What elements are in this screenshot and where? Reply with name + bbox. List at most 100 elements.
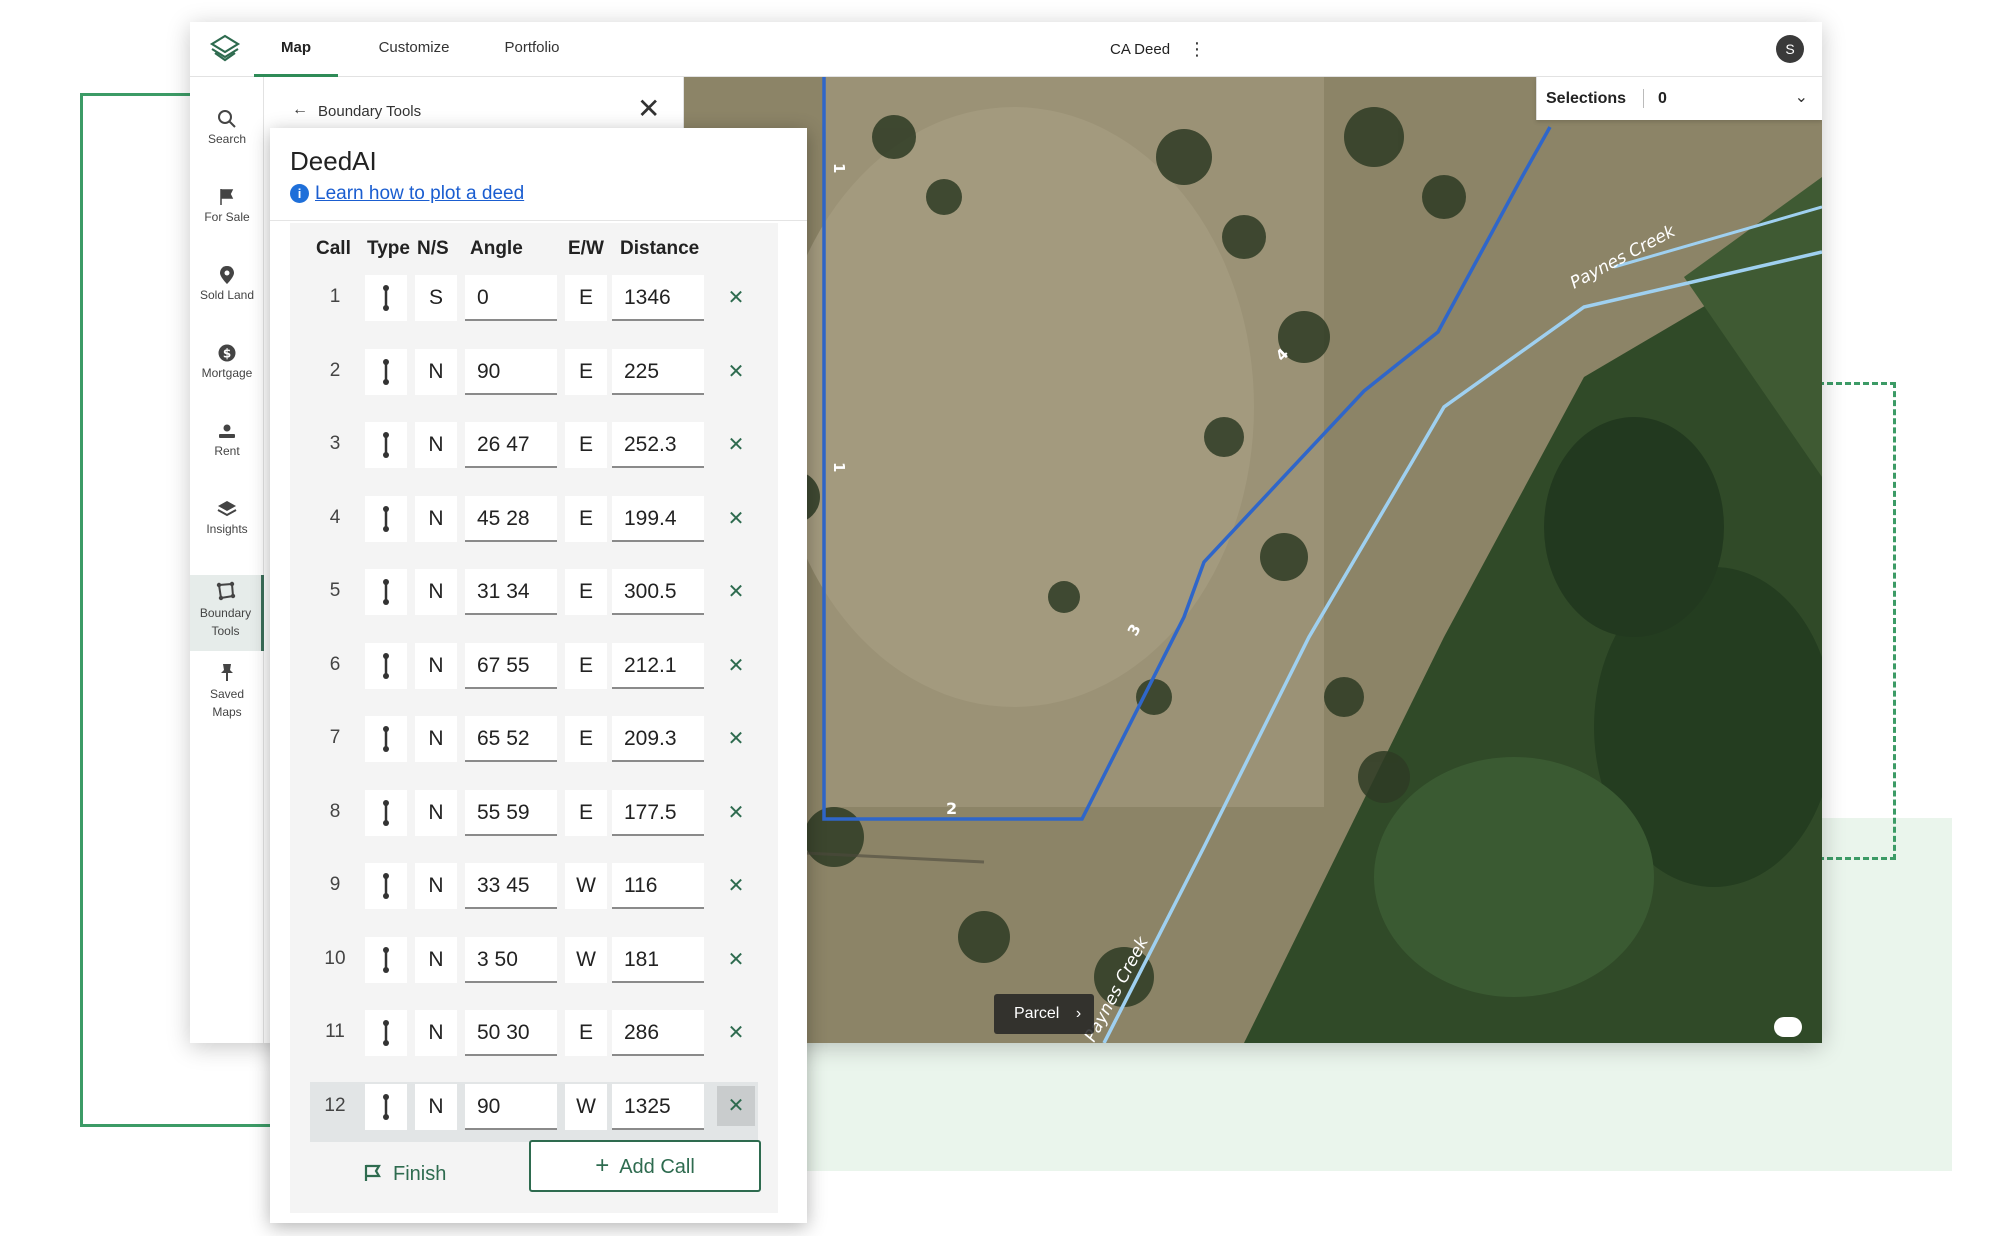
line-type-button[interactable] <box>365 348 407 395</box>
distance-input[interactable]: 199.4 <box>612 495 704 542</box>
line-type-button[interactable] <box>365 716 407 762</box>
ew-direction[interactable]: W <box>565 863 607 909</box>
ew-direction[interactable]: E <box>565 275 607 321</box>
ns-direction[interactable]: N <box>415 1010 457 1056</box>
ew-direction[interactable]: E <box>565 789 607 836</box>
sidebar-item-rent[interactable]: Rent <box>190 421 264 458</box>
sidebar-item-insights[interactable]: Insights <box>190 499 264 536</box>
ns-direction[interactable]: N <box>415 495 457 542</box>
sidebar-item-mortgage[interactable]: $ Mortgage <box>190 343 264 380</box>
call-number: 8 <box>329 800 341 822</box>
sidebar-item-for-sale[interactable]: For Sale <box>190 187 264 224</box>
angle-input[interactable]: 33 45 <box>465 863 557 909</box>
angle-input[interactable]: 65 52 <box>465 716 557 762</box>
sidebar-item-search[interactable]: Search <box>190 109 264 146</box>
delete-call-button[interactable]: ✕ <box>721 945 751 975</box>
distance-input[interactable]: 1325 <box>612 1083 704 1130</box>
ns-direction[interactable]: N <box>415 936 457 983</box>
ew-direction[interactable]: E <box>565 495 607 542</box>
line-type-button[interactable] <box>365 789 407 836</box>
ns-direction[interactable]: N <box>415 642 457 689</box>
sidebar-item-sold-land[interactable]: Sold Land <box>190 265 264 302</box>
line-type-button[interactable] <box>365 936 407 983</box>
ns-direction[interactable]: N <box>415 569 457 615</box>
user-avatar[interactable]: S <box>1776 35 1804 63</box>
distance-input[interactable]: 212.1 <box>612 642 704 689</box>
delete-call-button[interactable]: ✕ <box>721 504 751 534</box>
line-type-button[interactable] <box>365 569 407 615</box>
angle-input[interactable]: 67 55 <box>465 642 557 689</box>
angle-input[interactable]: 45 28 <box>465 495 557 542</box>
line-type-button[interactable] <box>365 642 407 689</box>
tab-portfolio[interactable]: Portfolio <box>488 22 576 77</box>
ns-direction[interactable]: N <box>415 789 457 836</box>
angle-input[interactable]: 90 <box>465 348 557 395</box>
line-type-button[interactable] <box>365 275 407 321</box>
selections-bar[interactable]: Selections 0 ⌄ <box>1536 77 1822 120</box>
ns-direction[interactable]: N <box>415 422 457 468</box>
angle-input[interactable]: 55 59 <box>465 789 557 836</box>
parcel-button[interactable]: Parcel › <box>994 994 1094 1034</box>
line-type-button[interactable] <box>365 1010 407 1056</box>
ew-direction[interactable]: E <box>565 422 607 468</box>
delete-call-button[interactable]: ✕ <box>721 871 751 901</box>
distance-input[interactable]: 252.3 <box>612 422 704 468</box>
line-type-button[interactable] <box>365 422 407 468</box>
add-call-button[interactable]: + Add Call <box>529 1140 761 1192</box>
line-type-button[interactable] <box>365 495 407 542</box>
sidebar-item-boundary-tools[interactable]: Boundary Tools <box>190 575 264 651</box>
ew-direction[interactable]: W <box>565 936 607 983</box>
ns-direction[interactable]: N <box>415 716 457 762</box>
map-canvas[interactable]: 1 1 2 3 4 Paynes Creek Paynes Creek <box>684 77 1822 1043</box>
delete-call-button[interactable]: ✕ <box>721 283 751 313</box>
angle-input[interactable]: 90 <box>465 1083 557 1130</box>
ew-direction[interactable]: E <box>565 1010 607 1056</box>
map-toggle[interactable] <box>1774 1017 1802 1037</box>
line-type-button[interactable] <box>365 863 407 909</box>
distance-input[interactable]: 177.5 <box>612 789 704 836</box>
ns-direction[interactable]: N <box>415 863 457 909</box>
delete-call-button[interactable]: ✕ <box>721 651 751 681</box>
angle-input[interactable]: 3 50 <box>465 936 557 983</box>
angle-input[interactable]: 26 47 <box>465 422 557 468</box>
distance-input[interactable]: 225 <box>612 348 704 395</box>
ew-direction[interactable]: E <box>565 716 607 762</box>
ew-direction[interactable]: E <box>565 569 607 615</box>
delete-call-button[interactable]: ✕ <box>721 357 751 387</box>
delete-call-button[interactable]: ✕ <box>721 798 751 828</box>
chevron-down-icon[interactable]: ⌄ <box>1795 87 1808 107</box>
delete-call-button[interactable]: ✕ <box>721 577 751 607</box>
learn-link[interactable]: Learn how to plot a deed <box>315 183 524 204</box>
plus-icon: + <box>595 1152 610 1179</box>
app-logo-icon[interactable] <box>208 32 242 66</box>
delete-call-button[interactable]: ✕ <box>721 1018 751 1048</box>
angle-input[interactable]: 0 <box>465 275 557 321</box>
distance-input[interactable]: 300.5 <box>612 569 704 615</box>
delete-call-button[interactable]: ✕ <box>721 430 751 460</box>
ew-direction[interactable]: E <box>565 642 607 689</box>
ew-direction[interactable]: W <box>565 1083 607 1130</box>
distance-input[interactable]: 209.3 <box>612 716 704 762</box>
delete-call-button[interactable]: ✕ <box>721 724 751 754</box>
tab-customize[interactable]: Customize <box>364 22 464 77</box>
delete-call-button[interactable]: ✕ <box>717 1085 755 1126</box>
ns-direction[interactable]: S <box>415 275 457 321</box>
call-row: 2 N 90 E 225 ✕ <box>310 347 758 407</box>
finish-button[interactable]: Finish <box>363 1156 446 1192</box>
ns-direction[interactable]: N <box>415 1083 457 1130</box>
tab-map[interactable]: Map <box>254 22 338 77</box>
distance-input[interactable]: 286 <box>612 1010 704 1056</box>
line-type-button[interactable] <box>365 1083 407 1130</box>
more-options-icon[interactable]: ⋮ <box>1188 38 1206 60</box>
ns-direction[interactable]: N <box>415 348 457 395</box>
angle-input[interactable]: 31 34 <box>465 569 557 615</box>
distance-input[interactable]: 181 <box>612 936 704 983</box>
satellite-map[interactable]: 1 1 2 3 4 Paynes Creek Paynes Creek Sele… <box>684 77 1822 1043</box>
sidebar-item-saved-maps[interactable]: Saved Maps <box>190 662 264 721</box>
distance-input[interactable]: 116 <box>612 863 704 909</box>
angle-input[interactable]: 50 30 <box>465 1010 557 1056</box>
distance-input[interactable]: 1346 <box>612 275 704 321</box>
back-arrow-icon[interactable]: ← <box>292 101 308 119</box>
close-icon[interactable]: ✕ <box>637 95 660 123</box>
ew-direction[interactable]: E <box>565 348 607 395</box>
